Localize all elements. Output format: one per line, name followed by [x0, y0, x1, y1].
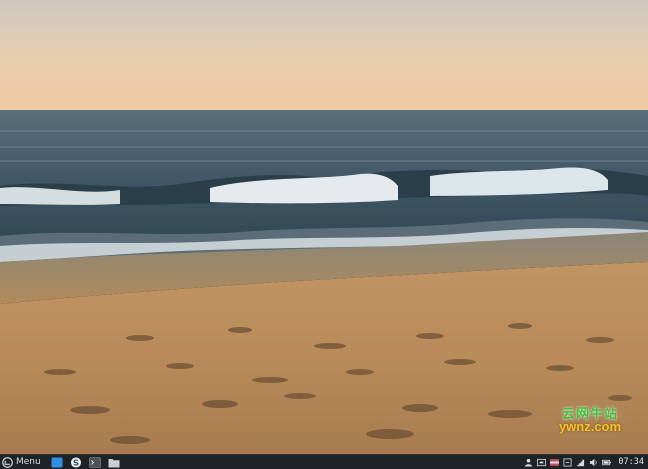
desktop-wallpaper: 云网牛站 ywnz.com: [0, 0, 648, 454]
system-tray: 07:34: [522, 455, 648, 469]
mint-logo-icon: [2, 456, 13, 468]
network-tray-item[interactable]: [576, 457, 586, 467]
volume-icon: [590, 458, 598, 466]
notification-icon: [563, 457, 572, 467]
flag-icon: [550, 458, 560, 466]
clock[interactable]: 07:34: [618, 457, 644, 467]
software-center-icon: [70, 456, 81, 468]
menu-button[interactable]: Menu: [0, 455, 45, 469]
site-watermark: 云网牛站 ywnz.com: [550, 407, 630, 434]
file-manager-icon: [108, 458, 120, 467]
menu-label: Menu: [16, 457, 41, 467]
show-desktop-launcher[interactable]: [50, 456, 64, 468]
terminal-launcher[interactable]: [88, 456, 102, 468]
keyboard-layout-tray-item[interactable]: [537, 457, 547, 467]
taskbar-panel: Menu 07:34: [0, 454, 648, 469]
user-tray-item[interactable]: [524, 457, 534, 467]
beach-sunset-wallpaper: [0, 0, 648, 454]
battery-tray-item[interactable]: [602, 457, 612, 467]
terminal-icon: [88, 456, 101, 468]
show-desktop-icon: [51, 457, 63, 467]
watermark-line-1: 云网牛站: [561, 405, 618, 421]
flag-tray-item[interactable]: [550, 457, 560, 467]
software-center-launcher[interactable]: [69, 456, 83, 468]
notification-tray-item[interactable]: [563, 457, 573, 467]
user-icon: [525, 458, 533, 467]
battery-icon: [602, 459, 612, 465]
watermark-line-2: ywnz.com: [558, 419, 622, 435]
volume-tray-item[interactable]: [589, 457, 599, 467]
file-manager-launcher[interactable]: [107, 456, 121, 468]
keyboard-layout-icon: [537, 458, 547, 466]
network-icon: [577, 459, 585, 466]
